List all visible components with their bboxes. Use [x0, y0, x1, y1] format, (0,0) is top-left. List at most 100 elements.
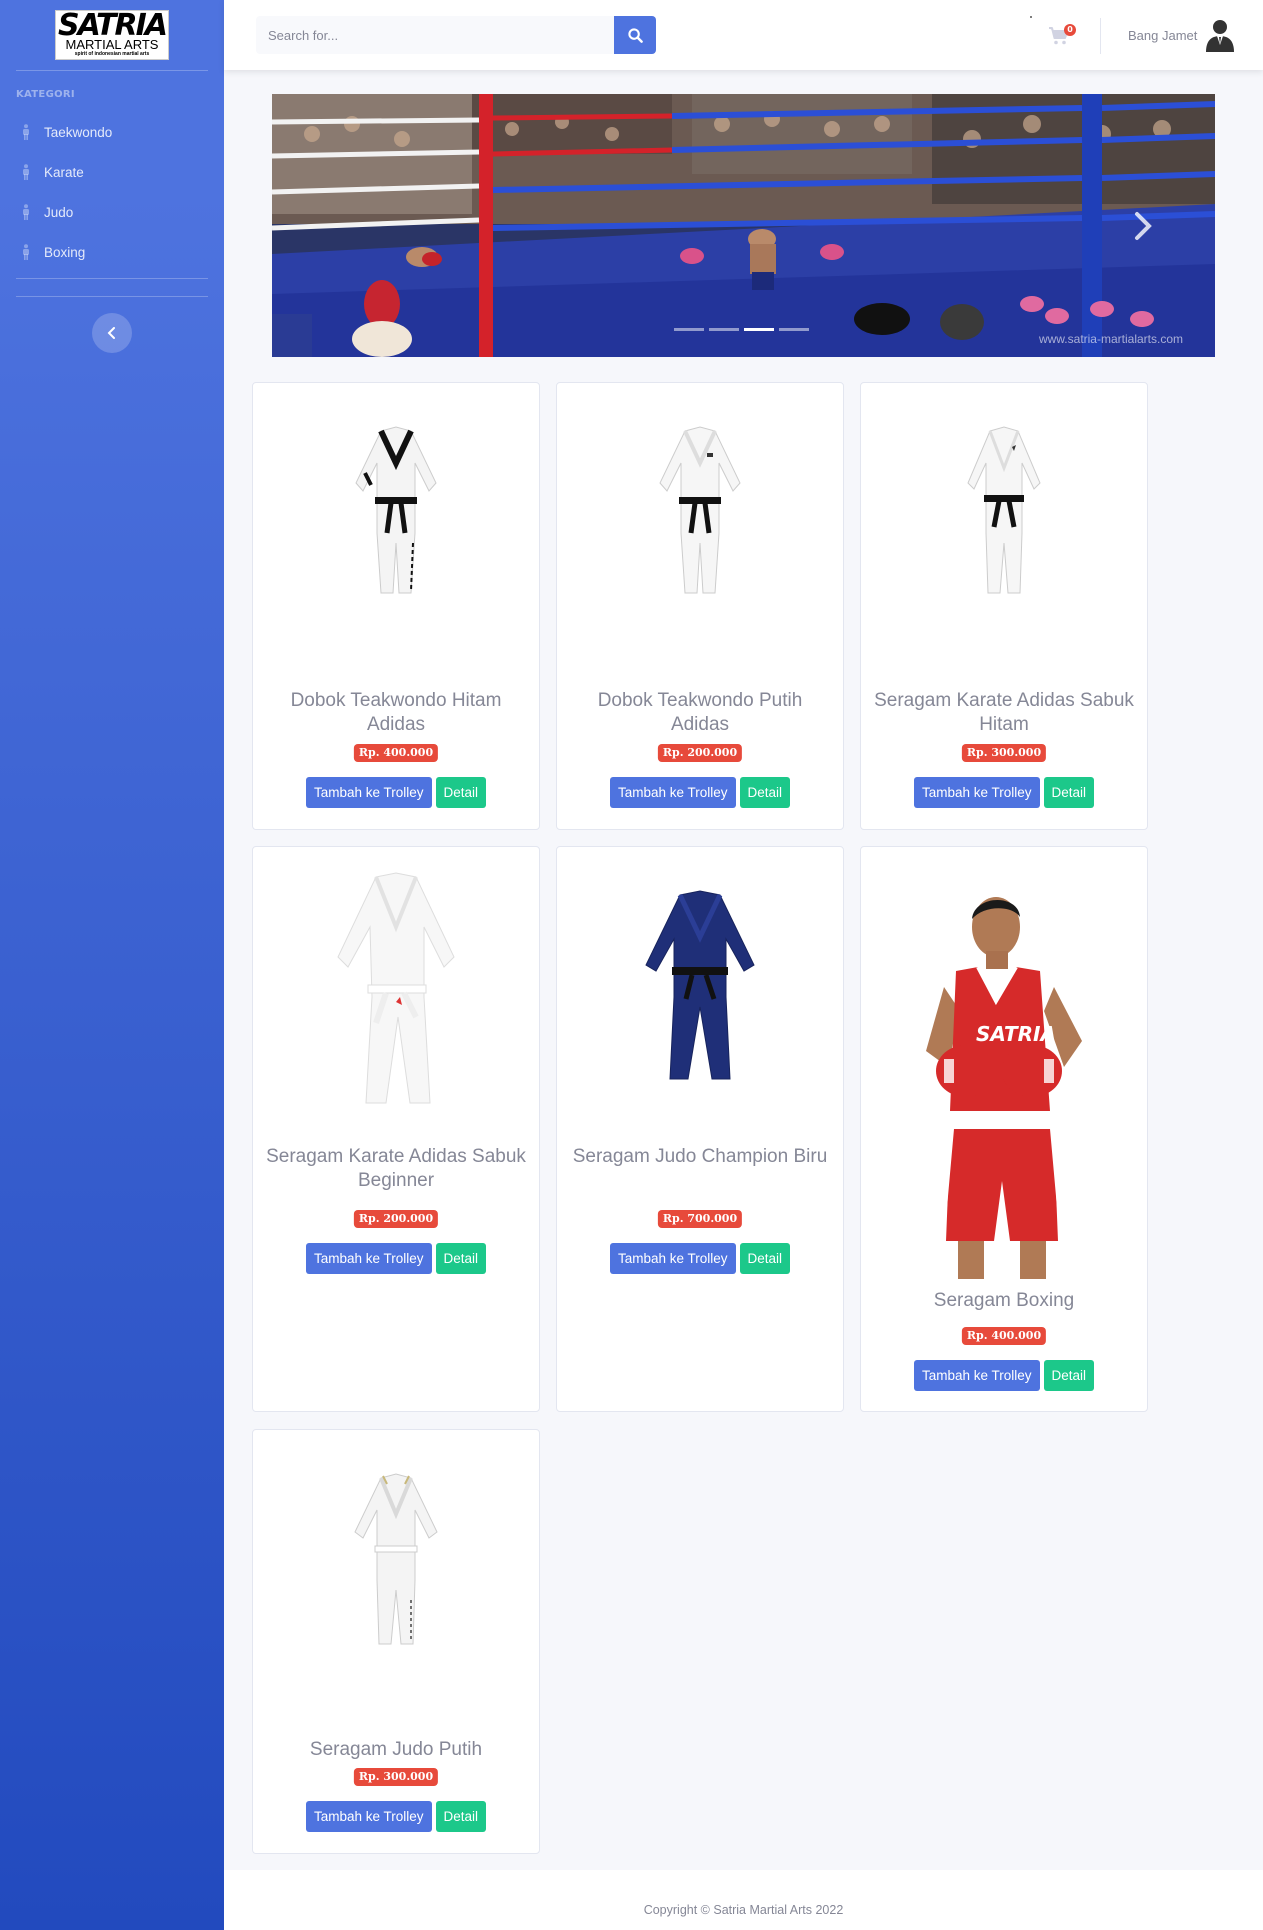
sidebar-heading: KATEGORI [16, 89, 75, 100]
sidebar-item-label: Boxing [44, 244, 86, 260]
product-name: Seragam Judo Putih [309, 1739, 483, 1760]
logo-main-text: SATRIA [58, 8, 168, 43]
add-to-trolley-button[interactable]: Tambah ke Trolley [913, 777, 1040, 808]
cart-button[interactable]: 0 [1048, 22, 1076, 48]
product-image[interactable] [861, 423, 1147, 603]
product-name: Seragam Karate Adidas Sabuk Hitam [874, 690, 1134, 735]
detail-button[interactable]: Detail [435, 1243, 487, 1274]
product-price: Rp. 700.000 [657, 1210, 743, 1228]
cart-count-badge: 0 [1064, 24, 1076, 36]
sidebar: SATRIA MARTIAL ARTS spirit of indonesian… [0, 0, 224, 1930]
search-icon [627, 27, 643, 43]
sidebar-item-boxing[interactable]: Boxing [16, 237, 208, 267]
product-image[interactable] [253, 867, 539, 1117]
carousel-slide-image [272, 94, 1215, 357]
chevron-right-icon[interactable] [1131, 206, 1155, 246]
add-to-trolley-button[interactable]: Tambah ke Trolley [305, 777, 432, 808]
add-to-trolley-button[interactable]: Tambah ke Trolley [305, 1801, 432, 1832]
detail-button[interactable]: Detail [1043, 777, 1095, 808]
sidebar-item-karate[interactable]: Karate [16, 157, 208, 187]
footer: Copyright © Satria Martial Arts 2022 [224, 1870, 1263, 1930]
sidebar-item-label: Karate [44, 164, 84, 180]
product-image-judo-blue [645, 890, 755, 1080]
product-actions: Tambah ke Trolley Detail [253, 777, 539, 808]
footer-copyright: Copyright © Satria Martial Arts 2022 [643, 1903, 844, 1917]
decorative-dot [1030, 16, 1032, 18]
product-image-dobok-black [355, 426, 437, 594]
carousel-indicator[interactable] [674, 328, 704, 331]
search-bar [256, 16, 656, 54]
sidebar-item-judo[interactable]: Judo [16, 197, 208, 227]
carousel-indicator[interactable] [779, 328, 809, 331]
product-name: Dobok Teakwondo Putih Adidas [597, 690, 803, 735]
product-actions: Tambah ke Trolley Detail [557, 1243, 843, 1274]
product-image-boxing-uniform: SATRIA [926, 897, 1082, 1279]
product-name: Seragam Judo Champion Biru [572, 1146, 828, 1167]
product-card: Seragam Judo Putih Rp. 300.000 Tambah ke… [252, 1429, 540, 1854]
person-icon [23, 244, 29, 260]
sidebar-toggle-button[interactable] [92, 313, 132, 353]
sidebar-divider [16, 278, 208, 279]
chevron-left-icon [107, 327, 115, 339]
sidebar-divider [16, 70, 208, 71]
logo-tagline: spirit of indonesian martial arts [74, 51, 150, 57]
product-price: Rp. 200.000 [353, 1210, 439, 1228]
product-image-karate-black-belt [967, 426, 1041, 594]
product-price: Rp. 300.000 [353, 1768, 439, 1786]
detail-button[interactable]: Detail [739, 777, 791, 808]
product-image[interactable] [253, 1470, 539, 1650]
carousel-indicators [674, 328, 809, 331]
hero-carousel[interactable]: www.satria-martialarts.com [272, 94, 1215, 357]
product-card: Dobok Teakwondo Hitam Adidas Rp. 400.000… [252, 382, 540, 830]
detail-button[interactable]: Detail [1043, 1360, 1095, 1391]
carousel-indicator[interactable] [709, 328, 739, 331]
product-actions: Tambah ke Trolley Detail [861, 1360, 1147, 1391]
svg-text:SATRIA: SATRIA [976, 1022, 1056, 1046]
product-actions: Tambah ke Trolley Detail [253, 1801, 539, 1832]
carousel-indicator-active[interactable] [744, 328, 774, 331]
add-to-trolley-button[interactable]: Tambah ke Trolley [609, 1243, 736, 1274]
user-avatar-icon[interactable] [1204, 18, 1236, 52]
person-icon [23, 164, 29, 180]
product-actions: Tambah ke Trolley Detail [253, 1243, 539, 1274]
sidebar-item-label: Taekwondo [44, 124, 113, 140]
person-icon [23, 204, 29, 220]
add-to-trolley-button[interactable]: Tambah ke Trolley [913, 1360, 1040, 1391]
product-price: Rp. 400.000 [961, 1327, 1047, 1345]
product-image-dobok-white [659, 426, 741, 594]
brand-logo[interactable]: SATRIA MARTIAL ARTS spirit of indonesian… [55, 10, 169, 60]
detail-button[interactable]: Detail [435, 1801, 487, 1832]
product-price: Rp. 300.000 [961, 744, 1047, 762]
add-to-trolley-button[interactable]: Tambah ke Trolley [609, 777, 736, 808]
user-name[interactable]: Bang Jamet [1128, 28, 1197, 43]
carousel-watermark: www.satria-martialarts.com [1038, 332, 1183, 346]
person-icon [23, 124, 29, 140]
product-image[interactable] [557, 887, 843, 1087]
product-card: Seragam Judo Champion Biru Rp. 700.000 T… [556, 846, 844, 1412]
product-price: Rp. 200.000 [657, 744, 743, 762]
sidebar-item-taekwondo[interactable]: Taekwondo [16, 117, 208, 147]
product-image-judo-white [354, 1473, 438, 1645]
product-image-karate-beginner [337, 872, 455, 1104]
search-button[interactable] [614, 16, 656, 54]
detail-button[interactable]: Detail [739, 1243, 791, 1274]
product-actions: Tambah ke Trolley Detail [557, 777, 843, 808]
logo-sub-text: MARTIAL ARTS [65, 37, 159, 52]
search-input[interactable] [256, 16, 614, 54]
detail-button[interactable]: Detail [435, 777, 487, 808]
add-to-trolley-button[interactable]: Tambah ke Trolley [305, 1243, 432, 1274]
sidebar-divider [16, 296, 208, 297]
product-card: SATRIA Seragam Boxing Rp. 400.000 Tambah… [860, 846, 1148, 1412]
product-image[interactable] [253, 423, 539, 603]
sidebar-item-label: Judo [44, 204, 74, 220]
product-card: Dobok Teakwondo Putih Adidas Rp. 200.000… [556, 382, 844, 830]
product-card: Seragam Karate Adidas Sabuk Beginner Rp.… [252, 846, 540, 1412]
product-name: Seragam Boxing [933, 1290, 1075, 1311]
product-name: Dobok Teakwondo Hitam Adidas [290, 690, 502, 735]
product-image[interactable] [557, 423, 843, 603]
product-actions: Tambah ke Trolley Detail [861, 777, 1147, 808]
topbar: 0 Bang Jamet [224, 0, 1263, 70]
product-name: Seragam Karate Adidas Sabuk Beginner [266, 1146, 526, 1191]
product-price: Rp. 400.000 [353, 744, 439, 762]
product-image[interactable]: SATRIA [861, 891, 1147, 1279]
